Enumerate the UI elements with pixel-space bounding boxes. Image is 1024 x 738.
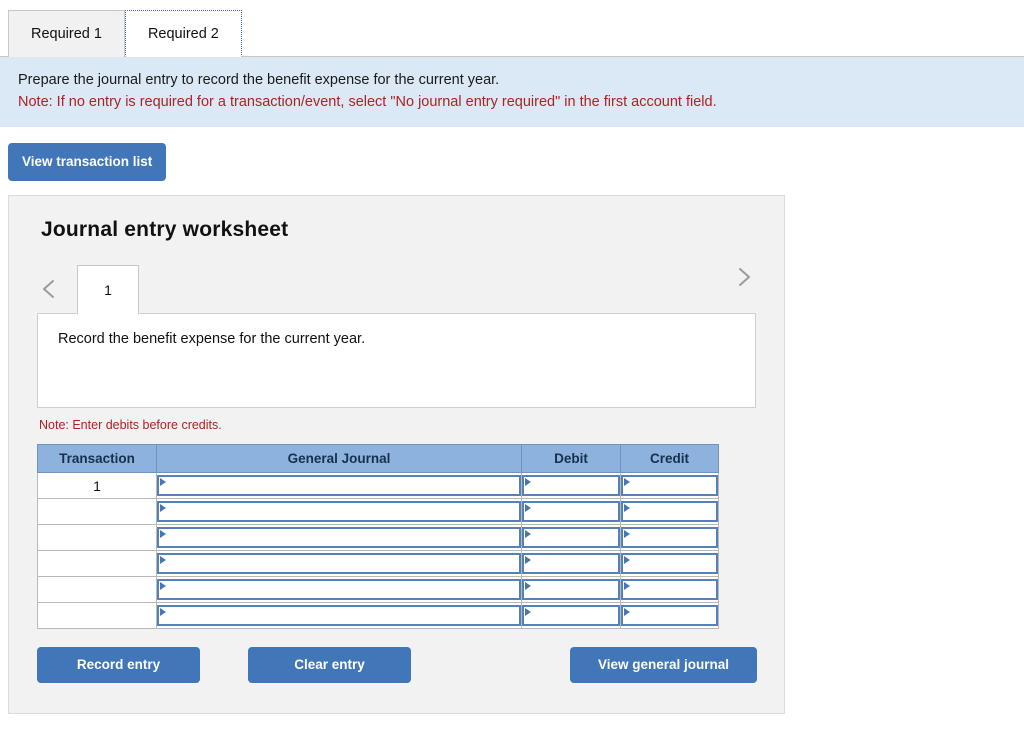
credit-field[interactable] xyxy=(621,475,718,496)
general-journal-field-cell xyxy=(156,550,522,577)
credit-field[interactable] xyxy=(621,605,718,626)
transaction-number-cell xyxy=(37,498,157,525)
column-header-credit: Credit xyxy=(620,444,719,473)
debit-field[interactable] xyxy=(522,605,620,626)
credit-field-cell xyxy=(620,524,719,551)
page-title: Journal entry worksheet xyxy=(41,218,289,241)
instruction-line-note: Note: If no entry is required for a tran… xyxy=(18,94,717,110)
credit-field[interactable] xyxy=(621,553,718,574)
view-transaction-list-button[interactable]: View transaction list xyxy=(8,143,167,181)
entry-tab-1[interactable]: 1 xyxy=(77,265,139,314)
transaction-number-cell xyxy=(37,576,157,603)
transaction-number-cell xyxy=(37,550,157,577)
worksheet-pager: 1 xyxy=(37,264,756,314)
record-entry-button[interactable]: Record entry xyxy=(37,647,200,683)
instruction-panel: Prepare the journal entry to record the … xyxy=(0,57,1024,127)
debit-field-cell xyxy=(521,576,621,603)
transaction-number-cell xyxy=(37,524,157,551)
debit-field-cell xyxy=(521,498,621,525)
journal-entry-worksheet-panel: Journal entry worksheet 1 Record the ben… xyxy=(8,195,785,714)
general-journal-field-cell xyxy=(156,498,522,525)
credit-field-cell xyxy=(620,602,719,629)
view-general-journal-button[interactable]: View general journal xyxy=(570,647,757,683)
toolbar: View transaction list xyxy=(0,127,1024,195)
debit-field-cell xyxy=(521,602,621,629)
general-journal-field[interactable] xyxy=(157,605,521,626)
general-journal-field-cell xyxy=(156,576,522,603)
credit-field-cell xyxy=(620,472,719,499)
general-journal-field[interactable] xyxy=(157,527,521,548)
debits-before-credits-note: Note: Enter debits before credits. xyxy=(39,418,222,432)
entry-description-text: Record the benefit expense for the curre… xyxy=(58,331,366,347)
general-journal-field-cell xyxy=(156,524,522,551)
table-row xyxy=(37,498,719,525)
column-header-transaction: Transaction xyxy=(37,444,157,473)
instruction-line-primary: Prepare the journal entry to record the … xyxy=(18,72,500,88)
debit-field[interactable] xyxy=(522,475,620,496)
tab-strip: Required 1 Required 2 xyxy=(0,0,1024,57)
chevron-left-icon[interactable] xyxy=(37,276,63,302)
debit-field[interactable] xyxy=(522,527,620,548)
table-row xyxy=(37,524,719,551)
debit-field-cell xyxy=(521,550,621,577)
transaction-number-cell xyxy=(37,602,157,629)
credit-field[interactable] xyxy=(621,579,718,600)
column-header-debit: Debit xyxy=(521,444,621,473)
debit-field[interactable] xyxy=(522,553,620,574)
general-journal-field[interactable] xyxy=(157,501,521,522)
credit-field[interactable] xyxy=(621,501,718,522)
general-journal-field-cell xyxy=(156,472,522,499)
entry-description-box: Record the benefit expense for the curre… xyxy=(37,313,756,408)
transaction-number-cell: 1 xyxy=(37,472,157,499)
table-row xyxy=(37,602,719,629)
debit-field-cell xyxy=(521,524,621,551)
journal-entry-table: Transaction General Journal Debit Credit… xyxy=(37,444,719,629)
column-header-general-journal: General Journal xyxy=(156,444,522,473)
table-row xyxy=(37,550,719,577)
table-header-row: Transaction General Journal Debit Credit xyxy=(37,444,719,473)
credit-field-cell xyxy=(620,550,719,577)
debit-field[interactable] xyxy=(522,579,620,600)
table-row: 1 xyxy=(37,472,719,499)
general-journal-field-cell xyxy=(156,602,522,629)
chevron-right-icon[interactable] xyxy=(730,264,756,290)
credit-field-cell xyxy=(620,576,719,603)
credit-field[interactable] xyxy=(621,527,718,548)
debit-field[interactable] xyxy=(522,501,620,522)
tab-required-2[interactable]: Required 2 xyxy=(124,10,242,57)
worksheet-actions: Record entry Clear entry View general jo… xyxy=(37,647,757,687)
table-row xyxy=(37,576,719,603)
general-journal-field[interactable] xyxy=(157,579,521,600)
tab-required-1[interactable]: Required 1 xyxy=(8,10,125,57)
debit-field-cell xyxy=(521,472,621,499)
general-journal-field[interactable] xyxy=(157,475,521,496)
clear-entry-button[interactable]: Clear entry xyxy=(248,647,411,683)
general-journal-field[interactable] xyxy=(157,553,521,574)
credit-field-cell xyxy=(620,498,719,525)
